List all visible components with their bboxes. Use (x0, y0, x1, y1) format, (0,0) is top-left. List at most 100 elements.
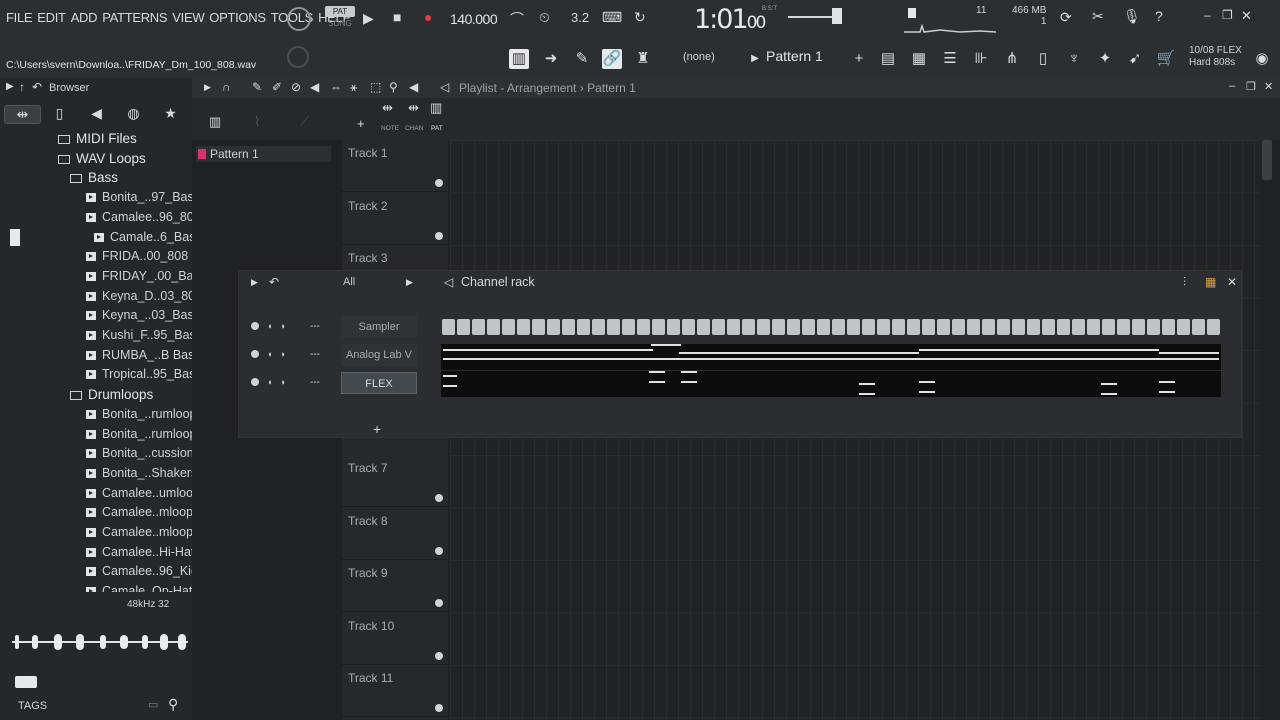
browser-folder[interactable]: MIDI Files (58, 130, 137, 148)
mixer-icon[interactable]: ⊪ (971, 49, 991, 69)
slice-tool-icon[interactable]: ⚹ (350, 80, 357, 95)
browser-file[interactable]: Bonita_..rumloop (86, 425, 192, 444)
graph-editor-icon[interactable]: ⫶ (1183, 275, 1186, 290)
news-panel[interactable]: 10/08 FLEX Hard 808s (1189, 45, 1242, 69)
preview-play-icon[interactable] (15, 676, 37, 688)
note-label[interactable]: NOTE (381, 125, 399, 132)
step-button[interactable] (937, 319, 950, 335)
fl-logo-icon[interactable]: ◉ (1252, 49, 1272, 69)
step-button[interactable] (727, 319, 740, 335)
automation-clip-icon[interactable]: ⟋ (300, 114, 309, 130)
arrow-right-icon[interactable]: ➜ (541, 49, 561, 69)
close-window-icon[interactable]: ✕ (1241, 8, 1252, 24)
browser-search-icon[interactable]: ⚲ (168, 696, 178, 713)
channel-mute-led[interactable] (251, 378, 259, 386)
track-mute-led[interactable] (435, 599, 443, 607)
step-button[interactable] (442, 319, 455, 335)
step-button[interactable] (1132, 319, 1145, 335)
browser-back-icon[interactable]: ↶ (32, 80, 42, 94)
step-button[interactable] (1042, 319, 1055, 335)
channel-mute-led[interactable] (251, 322, 259, 330)
browser-file[interactable]: Keyna_D..03_808 (86, 287, 192, 306)
stamp-icon[interactable]: ♜ (633, 49, 653, 69)
track-header[interactable]: Track 9 (342, 560, 448, 612)
step-button[interactable] (637, 319, 650, 335)
stop-icon[interactable]: ■ (393, 9, 401, 25)
browser-file[interactable]: Keyna_..03_Bass (86, 306, 192, 325)
track-header[interactable]: Track 2 (342, 193, 448, 245)
step-button[interactable] (502, 319, 515, 335)
step-button[interactable] (772, 319, 785, 335)
channel-rack-icon[interactable]: ☰ (940, 49, 960, 69)
plugin-database-tab-icon[interactable]: ◀ (78, 105, 115, 124)
piano-roll-window-icon[interactable]: ▦ (909, 49, 929, 69)
playlist-icon[interactable]: ▤ (878, 49, 898, 69)
track-header[interactable]: Track 1 (342, 140, 448, 192)
piano-view-icon[interactable]: ▥ (430, 100, 442, 116)
browser-file[interactable]: Camalee..96_Kick (86, 562, 192, 581)
tempo-display[interactable]: 140.000 (450, 11, 498, 27)
tools-icon[interactable]: ✦ (1095, 49, 1115, 69)
track-header[interactable]: Track 8 (342, 508, 448, 560)
playlist-maximize-icon[interactable]: ❐ (1246, 80, 1256, 93)
step-button[interactable] (712, 319, 725, 335)
browser-up-icon[interactable]: ↑ (19, 80, 25, 94)
piano-roll-icon[interactable]: ▥ (509, 49, 529, 69)
step-button[interactable] (1192, 319, 1205, 335)
channel-filter[interactable]: All (343, 276, 355, 288)
channel-pan-volume-knobs[interactable]: ◖◗ (267, 321, 294, 331)
step-button[interactable] (742, 319, 755, 335)
browser-file[interactable]: Camalee..mloop2 (86, 503, 192, 522)
playlist-nav-icon[interactable]: ◁ (440, 80, 449, 94)
playlist-menu-arrow-icon[interactable]: ▶ (204, 82, 211, 93)
step-button[interactable] (532, 319, 545, 335)
step-sequencer-row[interactable] (442, 319, 1220, 335)
track-spread-icon[interactable]: ⇹ (382, 100, 393, 116)
add-channel-button[interactable]: + (373, 421, 381, 437)
browser-file[interactable]: Tropical..95_Bass (86, 365, 192, 384)
pattern-prev-arrow-icon[interactable]: ▶ (745, 49, 765, 69)
step-button[interactable] (757, 319, 770, 335)
pattern-selector[interactable]: Pattern 1 (766, 48, 823, 64)
step-button[interactable] (457, 319, 470, 335)
track-header[interactable]: Track 11 (342, 665, 448, 717)
step-button[interactable] (877, 319, 890, 335)
menu-item-view[interactable]: VIEW (172, 10, 204, 25)
add-track-icon[interactable]: + (357, 116, 365, 131)
favorites-tab-icon[interactable]: ★ (152, 105, 189, 124)
browser-file[interactable]: Bonita_..rumloop (86, 405, 192, 424)
pattern-item[interactable]: Pattern 1 (196, 146, 331, 162)
piano-roll-preview-analog-lab[interactable] (441, 344, 1221, 370)
browser-file[interactable]: FRIDAY_.00_Bass (86, 267, 192, 286)
pattern-picker-icon[interactable]: ▥ (209, 114, 221, 130)
link-icon[interactable]: 🔗 (602, 49, 622, 69)
rack-close-icon[interactable]: ✕ (1227, 275, 1237, 289)
step-button[interactable] (862, 319, 875, 335)
restore-window-icon[interactable]: ❐ (1222, 8, 1233, 22)
step-button[interactable] (952, 319, 965, 335)
step-button[interactable] (562, 319, 575, 335)
browser-file[interactable]: Camalee..96_808 (86, 208, 192, 227)
step-button[interactable] (967, 319, 980, 335)
step-button[interactable] (847, 319, 860, 335)
browser-file[interactable]: FRIDA..00_808 (86, 247, 188, 266)
channel-name-button[interactable]: Analog Lab V (341, 344, 417, 366)
paint-tool-icon[interactable]: ✐ (272, 80, 282, 94)
browser-file-icon[interactable]: ▯ (1033, 49, 1053, 69)
shop-cart-icon[interactable]: 🛒 (1156, 49, 1176, 69)
browser-folder[interactable]: Bass (70, 168, 118, 187)
step-button[interactable] (1087, 319, 1100, 335)
sample-preview-waveform[interactable] (12, 630, 188, 654)
step-button[interactable] (592, 319, 605, 335)
zoom-tool-icon[interactable]: ⚲ (389, 80, 398, 94)
step-button[interactable] (472, 319, 485, 335)
step-button[interactable] (577, 319, 590, 335)
step-button[interactable] (1102, 319, 1115, 335)
pat-label[interactable]: PAT (431, 125, 443, 132)
rack-nav-icon[interactable]: ◁ (444, 275, 453, 289)
main-pitch-knob[interactable] (287, 46, 309, 68)
track-mute-led[interactable] (435, 546, 443, 555)
step-button[interactable] (652, 319, 665, 335)
step-button[interactable] (922, 319, 935, 335)
step-button[interactable] (1147, 319, 1160, 335)
